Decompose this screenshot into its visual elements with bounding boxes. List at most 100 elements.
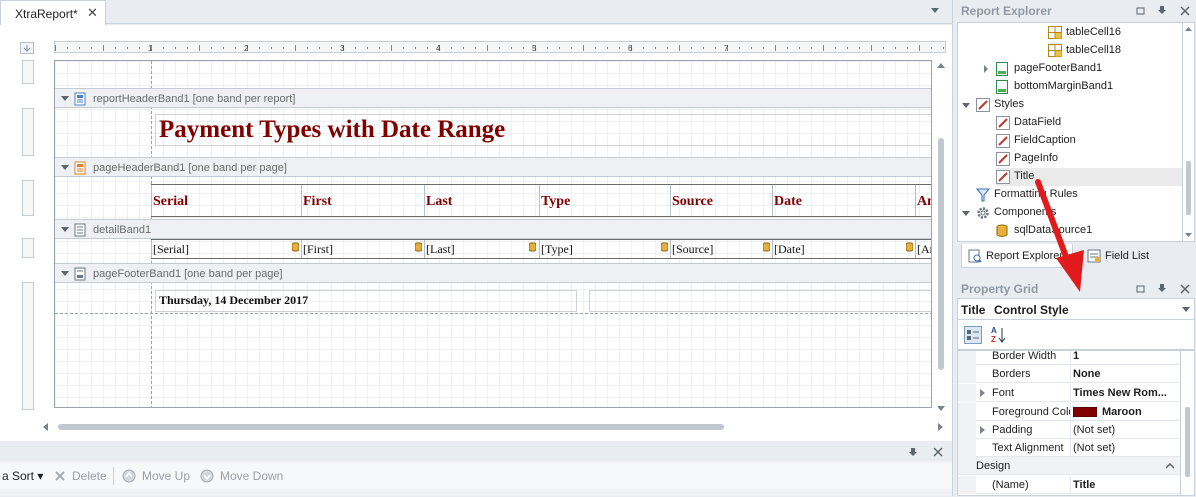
property-row-text-alignment[interactable]: Text Alignment (Not set) [958,439,1180,457]
sort-dropdown-button[interactable]: a Sort ▾ [2,469,43,483]
move-down-button[interactable]: Move Down [220,469,283,483]
property-row-foreground-color[interactable]: Foreground Colo Maroon [958,403,1180,421]
collapse-band-icon[interactable] [61,164,69,172]
expand-arrow-icon[interactable] [980,389,986,397]
tab-label: XtraReport* [15,7,78,21]
header-cell-amount[interactable]: Am [915,185,931,216]
ruler-number: 1 [148,44,153,53]
style-icon [996,134,1010,148]
categorized-view-icon[interactable] [964,326,982,344]
property-grid[interactable]: Border Width 1 Borders None Font Times New … [957,350,1181,496]
field-cell-first[interactable]: [First] [301,240,424,258]
property-row-font[interactable]: Font Times New Rom... [958,384,1180,402]
field-cell-last[interactable]: [Last] [424,240,539,258]
header-cell-first[interactable]: First [301,185,424,216]
field-list-icon [1087,249,1101,263]
delete-button[interactable]: Delete [72,469,107,483]
collapse-arrow-icon[interactable] [962,101,970,109]
property-category-design[interactable]: Design [958,457,1180,475]
ruler-number: 5 [532,44,537,53]
collapse-band-icon[interactable] [61,95,69,103]
formatting-rules-icon [976,188,990,202]
footer-date-label[interactable]: Thursday, 14 December 2017 [155,290,577,312]
field-cell-serial[interactable]: [Serial] [151,240,301,258]
toolbar-separator [113,467,114,485]
page-header-band-caption[interactable]: pageHeaderBand1 [one band per page] [55,157,931,177]
tree-vertical-scrollbar[interactable] [1183,22,1195,242]
horizontal-ruler: 1 2 3 4 5 6 7 [54,41,946,53]
page-header-band-icon [74,161,86,175]
alphabetical-sort-icon[interactable]: AZ [990,325,1006,345]
band-icon [996,62,1008,76]
group-panel-title-bar [0,441,952,461]
report-explorer-title-bar: Report Explorer [953,0,1196,22]
close-tab-icon[interactable]: ✕ [87,5,98,21]
property-row-name[interactable]: (Name) Title [958,476,1180,494]
footer-page-info-label[interactable] [589,290,931,312]
ruler-number: 4 [436,44,441,53]
move-up-button[interactable]: Move Up [142,469,190,483]
tab-list-dropdown-icon[interactable] [930,7,940,15]
collapse-arrow-icon[interactable] [962,209,970,217]
selected-object-name: Title [961,303,986,317]
designer-horizontal-scrollbar[interactable] [40,421,948,433]
collapse-band-icon[interactable] [61,270,69,278]
property-grid-scrollbar[interactable] [1181,350,1195,496]
header-cell-date[interactable]: Date [772,185,915,216]
header-cell-type[interactable]: Type [539,185,670,216]
detail-band-icon [74,223,86,237]
tree-item-title-style[interactable]: Title [996,168,1182,186]
field-cell-amount[interactable]: [Am [915,240,931,258]
expand-arrow-icon[interactable] [982,65,990,73]
panel-pin-close-icons[interactable] [908,446,944,458]
page-footer-band-icon [74,267,86,281]
page-footer-band-caption[interactable]: pageFooterBand1 [one band per page] [55,263,931,283]
svg-text:A: A [991,326,997,335]
band-title: pageFooterBand1 [one band per page] [93,268,283,280]
column-header-row[interactable]: Serial First Last Type Source Date Am [151,184,931,217]
svg-text:Z: Z [991,335,996,344]
move-up-icon [122,469,136,483]
tab-report-explorer[interactable]: Report Explorer [961,244,1073,268]
style-icon [976,98,990,112]
style-icon [996,152,1010,166]
field-cell-date[interactable]: [Date] [772,240,915,258]
database-field-icon [661,242,668,252]
color-swatch [1073,407,1097,417]
property-row-border-width[interactable]: Border Width 1 [958,351,1180,365]
database-field-icon [906,242,913,252]
designer-vertical-scrollbar[interactable] [935,60,947,416]
detail-data-row[interactable]: [Serial] [First] [Last] [Type] [Source] … [151,239,931,259]
report-header-band-caption[interactable]: reportHeaderBand1 [one band per report] [55,88,931,108]
table-cell-icon [1048,26,1062,39]
ruler-corner-button[interactable] [20,42,34,54]
chevron-down-icon [1182,307,1190,312]
panel-window-buttons-icon[interactable] [1135,5,1191,17]
selected-object-type: Control Style [994,303,1069,317]
tab-xtrareport[interactable]: XtraReport* ✕ [0,0,106,25]
panel-window-buttons-icon[interactable] [1135,283,1191,295]
report-header-band-icon [74,92,86,106]
detail-band-caption[interactable]: detailBand1 [55,219,931,239]
header-cell-source[interactable]: Source [670,185,772,216]
collapse-category-icon[interactable] [1166,463,1174,469]
tab-field-list[interactable]: Field List [1081,244,1171,268]
database-field-icon [415,242,422,252]
field-cell-type[interactable]: [Type] [539,240,670,258]
collapse-band-icon[interactable] [61,226,69,234]
property-row-borders[interactable]: Borders None [958,365,1180,383]
property-row-padding[interactable]: Padding (Not set) [958,421,1180,439]
ruler-number: 7 [724,44,729,53]
header-cell-serial[interactable]: Serial [151,185,301,216]
explorer-tabs: Report Explorer Field List [957,242,1195,270]
report-canvas[interactable]: reportHeaderBand1 [one band per report] … [54,60,932,408]
report-explorer-tree[interactable]: tableCell16 tableCell18 pageFooterBand1 … [957,22,1183,242]
report-title[interactable]: Payment Types with Date Range [159,116,505,144]
band-title: reportHeaderBand1 [one band per report] [93,93,296,105]
field-cell-source[interactable]: [Source] [670,240,772,258]
property-object-selector[interactable]: Title Control Style [957,298,1195,320]
expand-arrow-icon[interactable] [980,426,986,434]
delete-icon [55,471,65,481]
ruler-number: 2 [244,44,249,53]
header-cell-last[interactable]: Last [424,185,539,216]
